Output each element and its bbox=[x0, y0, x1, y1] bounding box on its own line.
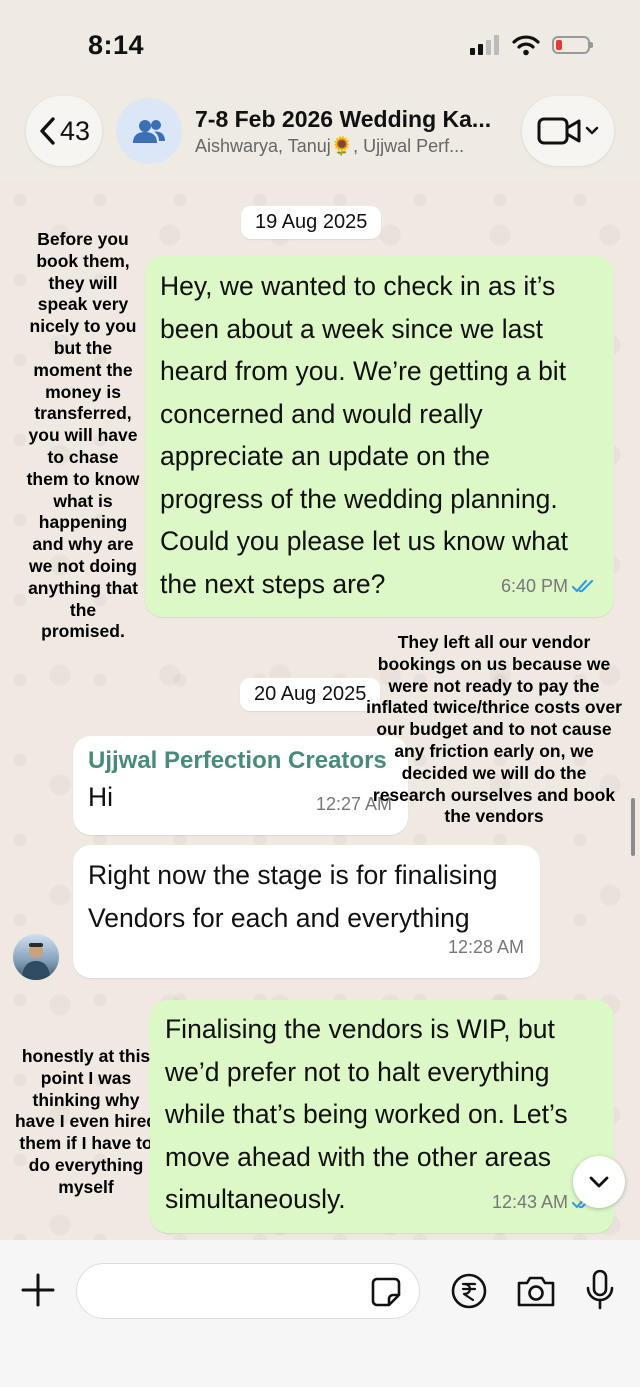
status-icons bbox=[470, 34, 593, 56]
chat-header: 43 7-8 Feb 2026 Wedding Ka... Aishwarya,… bbox=[0, 90, 640, 178]
message-time: 12:43 AM bbox=[491, 1191, 568, 1212]
incoming-message[interactable]: Ujjwal Perfection Creators Hi 12:27 AM bbox=[73, 736, 408, 835]
chat-title[interactable]: 7-8 Feb 2026 Wedding Ka... bbox=[195, 106, 491, 133]
sender-name[interactable]: Ujjwal Perfection Creators bbox=[88, 746, 392, 776]
back-chevron-icon bbox=[40, 117, 55, 145]
sticker-button[interactable] bbox=[370, 1276, 402, 1308]
chevron-down-icon bbox=[585, 126, 599, 135]
message-meta: 6:40 PM bbox=[501, 565, 598, 608]
outgoing-message[interactable]: Finalising the vendors is WIP, but we’d … bbox=[150, 1000, 614, 1233]
payment-button[interactable] bbox=[450, 1272, 488, 1310]
scroll-to-bottom-button[interactable] bbox=[573, 1156, 625, 1208]
double-check-icon bbox=[572, 579, 594, 592]
annotation-note: Before you book them, they will speak ve… bbox=[26, 229, 140, 642]
back-button[interactable]: 43 bbox=[26, 96, 102, 166]
annotation-note: honestly at this point I was thinking wh… bbox=[14, 1046, 157, 1197]
contact-avatar[interactable] bbox=[13, 934, 59, 980]
voice-message-button[interactable] bbox=[584, 1268, 616, 1312]
camera-button[interactable] bbox=[515, 1272, 557, 1310]
wifi-icon bbox=[512, 35, 540, 56]
outgoing-message[interactable]: Hey, we wanted to check in as it’s been … bbox=[145, 256, 614, 617]
date-chip: 20 Aug 2025 bbox=[240, 678, 381, 711]
attach-button[interactable] bbox=[18, 1270, 58, 1310]
unread-count: 43 bbox=[59, 115, 91, 146]
camera-icon bbox=[517, 1276, 555, 1307]
message-text: Hey, we wanted to check in as it’s been … bbox=[160, 271, 569, 599]
microphone-icon bbox=[586, 1269, 614, 1310]
date-chip: 19 Aug 2025 bbox=[241, 206, 382, 239]
plus-icon bbox=[21, 1273, 55, 1307]
chevron-down-icon bbox=[589, 1176, 609, 1188]
annotation-note: They left all our vendor bookings on us … bbox=[366, 632, 622, 827]
status-time: 8:14 bbox=[88, 30, 145, 60]
avatar-photo bbox=[22, 943, 50, 980]
cellular-signal-icon bbox=[470, 35, 499, 55]
message-time: 12:28 AM bbox=[447, 936, 524, 957]
chat-members[interactable]: Aishwarya, Tanuj🌻, Ujjwal Perf... bbox=[195, 136, 464, 157]
sticker-icon bbox=[371, 1277, 401, 1307]
video-call-icon bbox=[537, 117, 581, 145]
rupee-payment-icon bbox=[451, 1273, 487, 1309]
group-avatar[interactable] bbox=[116, 98, 182, 164]
message-meta: 12:28 AM bbox=[448, 926, 524, 969]
video-call-button[interactable] bbox=[522, 96, 614, 166]
incoming-message[interactable]: Right now the stage is for finalising Ve… bbox=[73, 845, 540, 978]
scrollbar[interactable] bbox=[631, 798, 635, 856]
battery-icon bbox=[552, 36, 593, 54]
group-icon bbox=[133, 120, 165, 143]
message-time: 6:40 PM bbox=[500, 575, 568, 596]
message-input[interactable] bbox=[76, 1263, 420, 1319]
